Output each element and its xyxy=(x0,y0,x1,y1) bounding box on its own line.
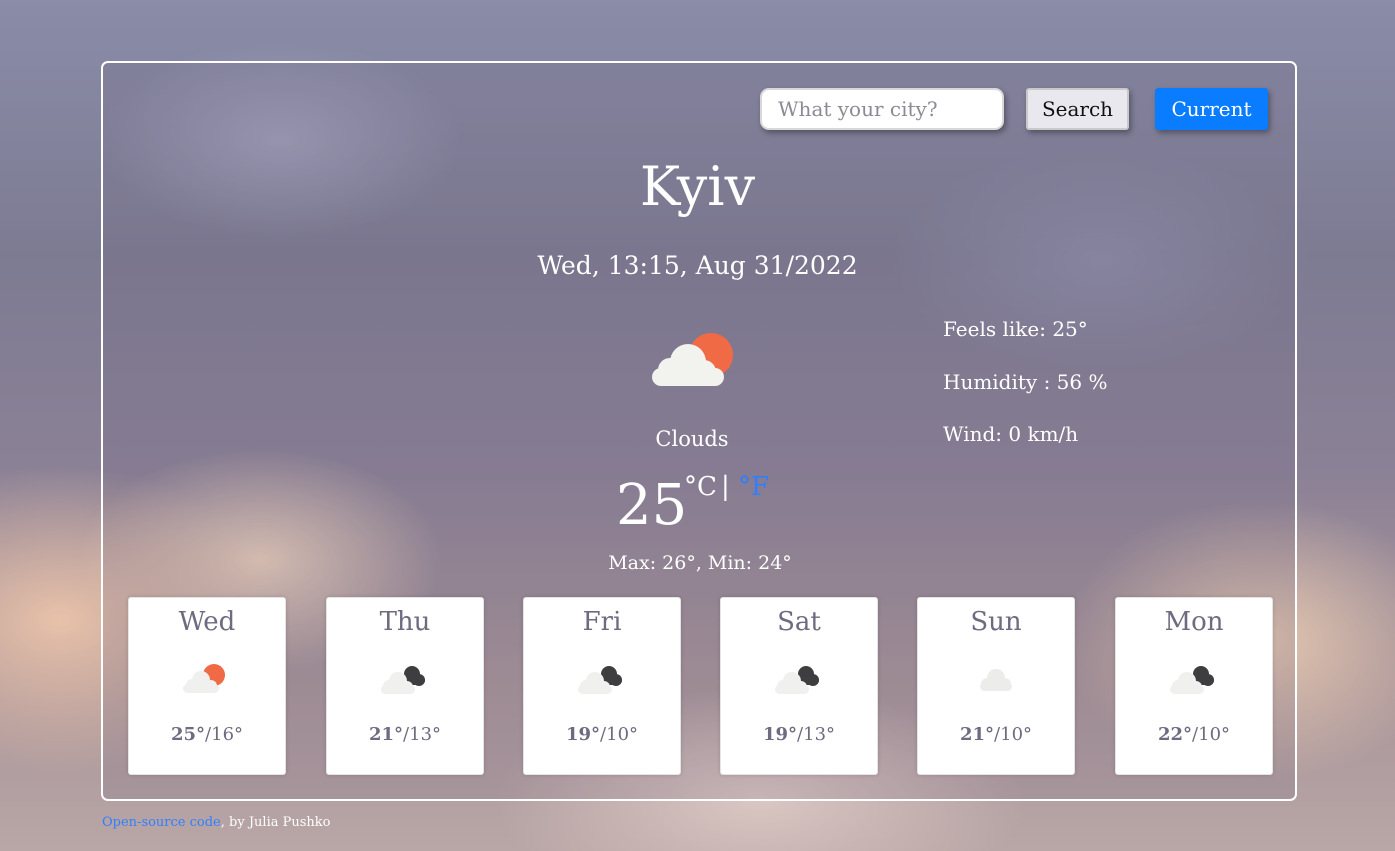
forecast-max: 19° xyxy=(565,724,601,745)
forecast-day-name: Thu xyxy=(379,607,431,637)
current-location-button[interactable]: Current xyxy=(1155,88,1268,130)
forecast-day-card: Mon 22°/10° xyxy=(1115,597,1273,775)
scattered-clouds-icon xyxy=(980,669,1012,691)
city-name: Kyiv xyxy=(639,155,756,218)
forecast-day-name: Fri xyxy=(582,607,622,637)
fahrenheit-link[interactable]: °F xyxy=(738,470,769,504)
forecast-min: /13° xyxy=(403,724,442,745)
forecast-day-card: Fri 19°/10° xyxy=(523,597,681,775)
broken-clouds-icon xyxy=(578,666,622,694)
footer: Open-source code, by Julia Pushko xyxy=(102,813,330,833)
broken-clouds-icon xyxy=(381,666,425,694)
broken-clouds-icon xyxy=(775,666,819,694)
forecast-day-card: Wed 25°/16° xyxy=(128,597,286,775)
forecast-min: /13° xyxy=(797,724,836,745)
forecast-min: /10° xyxy=(1192,724,1231,745)
forecast-min: /10° xyxy=(600,724,639,745)
forecast-day-name: Mon xyxy=(1164,607,1224,637)
forecast-min: /10° xyxy=(994,724,1033,745)
forecast-day-card: Sat 19°/13° xyxy=(720,597,878,775)
forecast-max: 19° xyxy=(762,724,798,745)
humidity: Humidity : 56 % xyxy=(943,370,1108,394)
unit-separator: | xyxy=(721,472,730,502)
search-button[interactable]: Search xyxy=(1026,88,1129,130)
forecast-max: 22° xyxy=(1157,724,1193,745)
forecast-day-card: Thu 21°/13° xyxy=(326,597,484,775)
forecast-day-name: Wed xyxy=(178,607,236,637)
weather-description: Clouds xyxy=(655,427,729,451)
broken-clouds-icon xyxy=(1170,666,1214,694)
forecast-day-name: Sat xyxy=(777,607,821,637)
celsius-link[interactable]: °C xyxy=(684,470,717,504)
forecast-max: 21° xyxy=(959,724,995,745)
city-search-input[interactable] xyxy=(760,88,1004,130)
forecast-max: 21° xyxy=(368,724,404,745)
few-clouds-sun-icon xyxy=(183,664,225,693)
forecast-day-name: Sun xyxy=(970,607,1022,637)
footer-author: , by Julia Pushko xyxy=(220,815,331,830)
forecast-max: 25° xyxy=(170,724,206,745)
current-temperature: 25 xyxy=(616,473,688,538)
feels-like: Feels like: 25° xyxy=(943,317,1088,341)
max-min-temperature: Max: 26°, Min: 24° xyxy=(608,552,792,574)
forecast-day-card: Sun 21°/10° xyxy=(917,597,1075,775)
wind-speed: Wind: 0 km/h xyxy=(943,422,1079,446)
current-datetime: Wed, 13:15, Aug 31/2022 xyxy=(537,251,858,280)
open-source-link[interactable]: Open-source code xyxy=(102,815,221,830)
forecast-min: /16° xyxy=(205,724,244,745)
clouds-sun-icon xyxy=(652,333,733,386)
